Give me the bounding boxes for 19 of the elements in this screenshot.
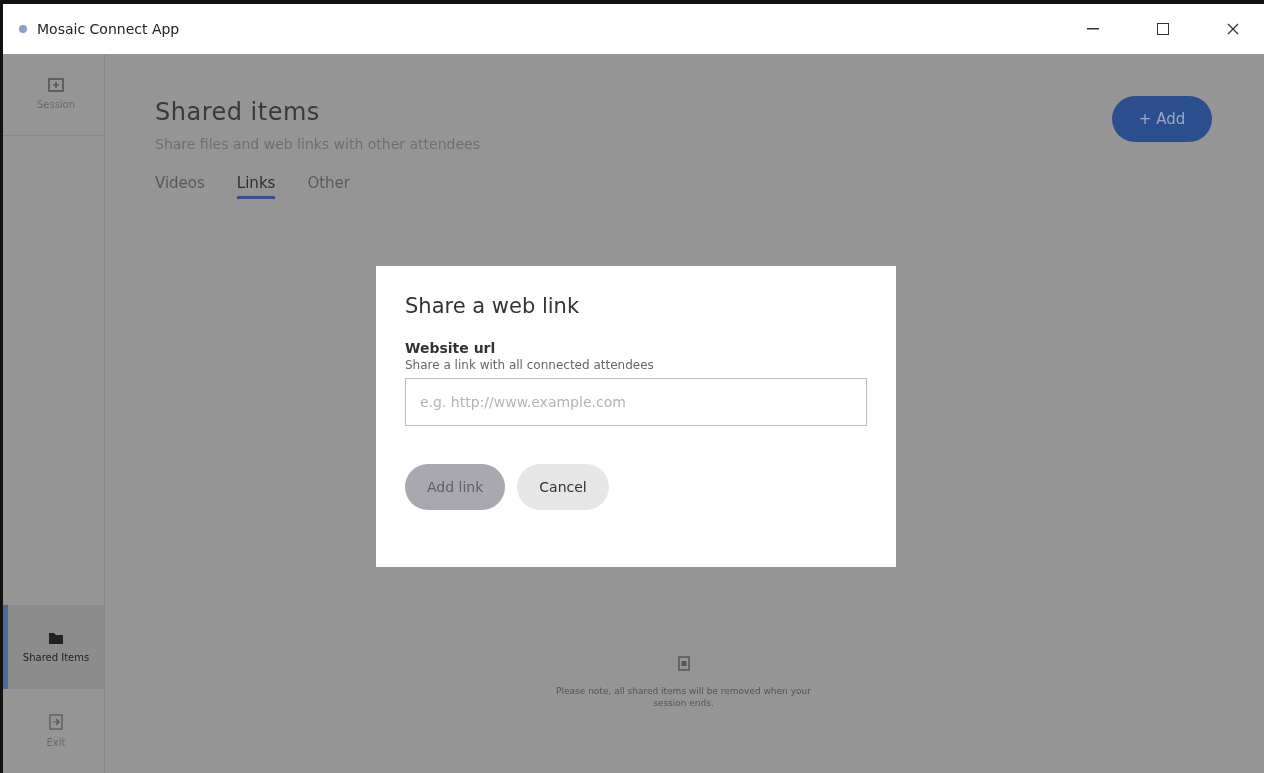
sidebar-item[interactable]: Shared Items — [3, 605, 104, 689]
exit-icon — [49, 713, 63, 730]
page-title: Shared items — [155, 98, 321, 126]
tab[interactable]: Links — [236, 174, 276, 199]
plus-square-icon — [48, 77, 64, 92]
tab[interactable]: Videos — [155, 174, 205, 199]
tab[interactable]: Other — [307, 174, 350, 199]
close-icon — [1227, 23, 1239, 35]
app-icon — [17, 23, 29, 35]
minimize-icon — [1087, 28, 1099, 30]
dialog-title: Share a web link — [405, 294, 581, 318]
maximize-icon — [1157, 23, 1169, 35]
window-title: Mosaic Connect App — [37, 21, 181, 37]
folder-icon — [48, 630, 64, 645]
cancel-button[interactable]: Cancel — [517, 464, 609, 510]
url-input-field[interactable]: e.g. http://www.example.com — [405, 378, 867, 426]
add-button[interactable]: + Add — [1112, 96, 1212, 142]
field-label: Website url — [405, 340, 497, 356]
field-help: Share a link with all connected attendees — [405, 358, 655, 372]
